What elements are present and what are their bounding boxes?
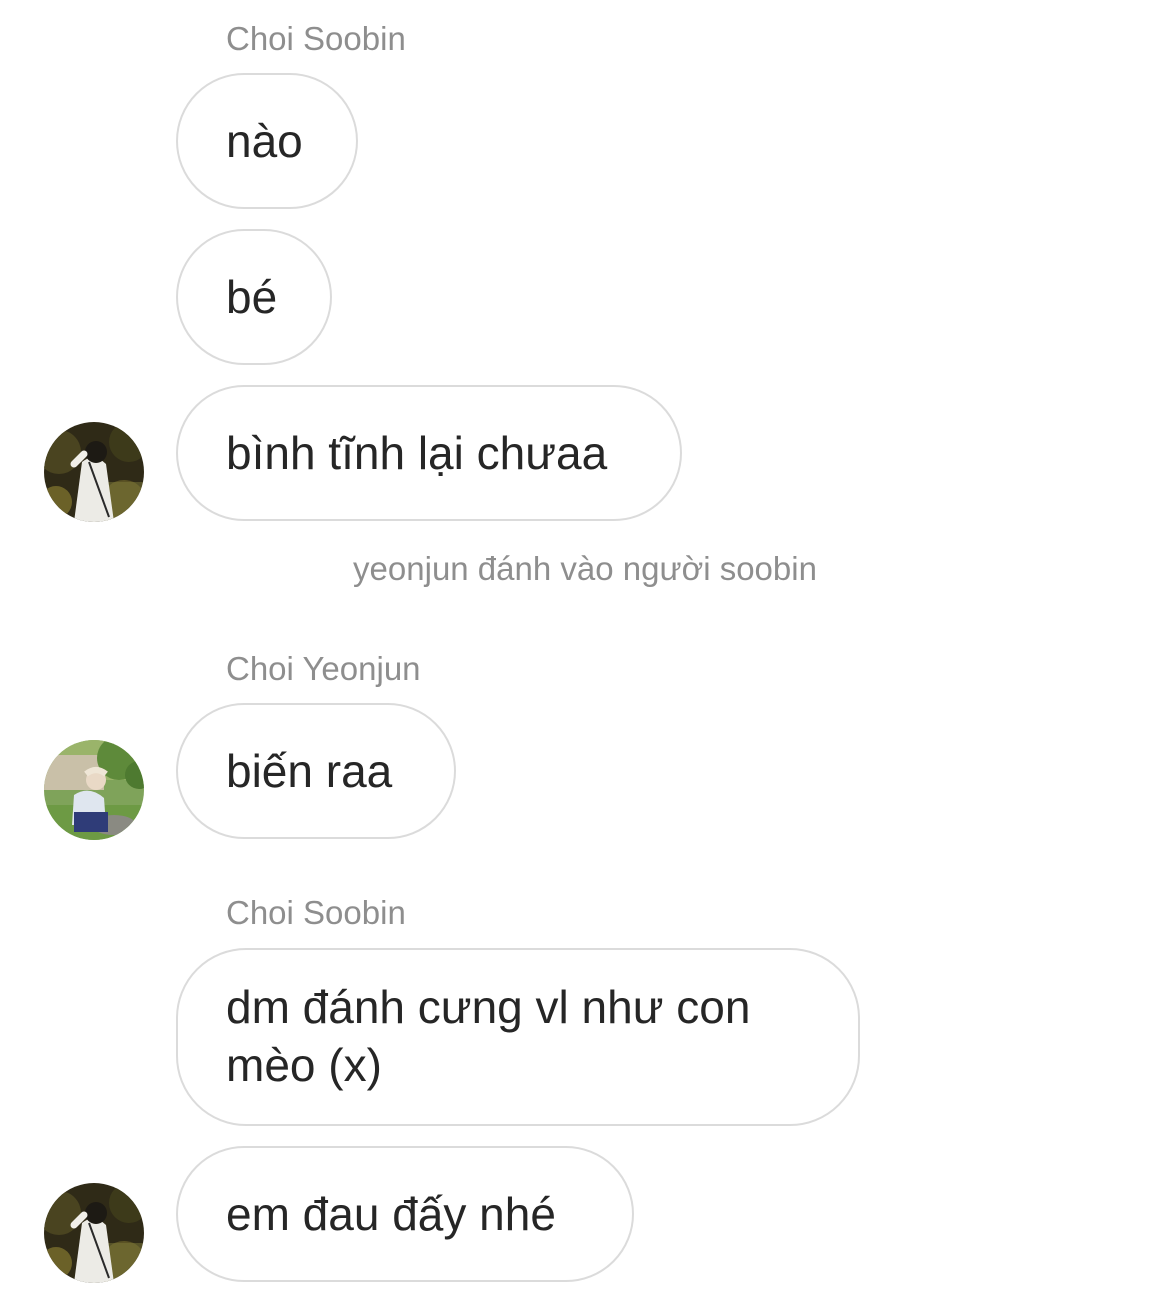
message-text: em đau đấy nhé [226, 1188, 556, 1240]
sender-name: Choi Soobin [226, 894, 406, 931]
activity-event-text: yeonjun đánh vào người soobin [353, 550, 817, 587]
message-bubble[interactable]: biến raa [176, 703, 456, 839]
message-text: biến raa [226, 745, 393, 797]
yeonjun-photo-icon [44, 740, 144, 840]
sender-name: Choi Soobin [226, 20, 406, 57]
avatar-soobin[interactable] [44, 422, 144, 522]
message-bubble[interactable]: nào [176, 73, 358, 209]
sender-name: Choi Yeonjun [226, 650, 421, 687]
message-text: dm đánh cưng vl như con mèo (x) [226, 981, 751, 1091]
message-text: bình tĩnh lại chưaa [226, 427, 608, 479]
message-text: bé [226, 271, 278, 323]
message-bubble[interactable]: em đau đấy nhé [176, 1146, 634, 1282]
message-bubble[interactable]: bình tĩnh lại chưaa [176, 385, 682, 521]
soobin-photo-icon [44, 422, 144, 522]
soobin-photo-icon [44, 1183, 144, 1283]
message-bubble[interactable]: bé [176, 229, 332, 365]
avatar-soobin[interactable] [44, 1183, 144, 1283]
avatar-yeonjun[interactable] [44, 740, 144, 840]
message-text: nào [226, 115, 303, 167]
message-bubble[interactable]: dm đánh cưng vl như con mèo (x) [176, 948, 860, 1126]
